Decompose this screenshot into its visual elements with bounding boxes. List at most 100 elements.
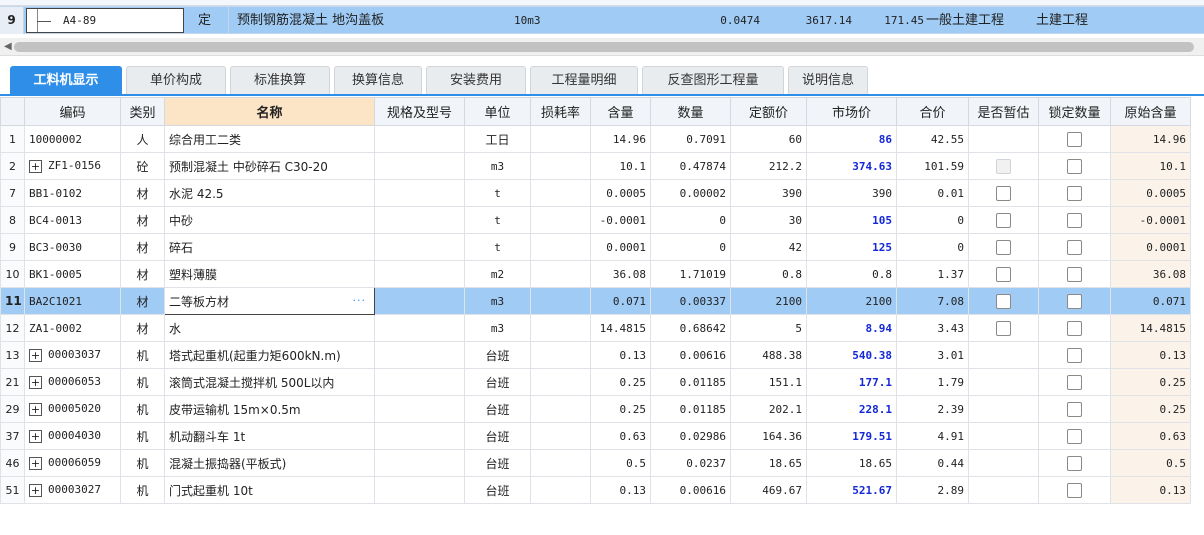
header-content[interactable]: 含量 — [590, 97, 651, 126]
tab-description[interactable]: 说明信息 — [788, 66, 868, 94]
content-cell[interactable]: 0.13 — [590, 476, 651, 504]
header-quantity[interactable]: 数量 — [650, 97, 731, 126]
expand-plus-icon[interactable]: + — [29, 159, 42, 173]
estimate-cell[interactable] — [968, 125, 1039, 153]
more-ellipsis-icon[interactable]: ··· — [353, 294, 367, 307]
code-cell[interactable]: +00005020 — [24, 395, 121, 423]
market-price-cell[interactable]: 86 — [806, 125, 897, 153]
loss-rate-cell[interactable] — [530, 179, 591, 207]
estimate-cell[interactable] — [968, 152, 1039, 180]
name-cell[interactable]: 滚筒式混凝土搅拌机 500L以内 — [164, 368, 375, 396]
loss-rate-cell[interactable] — [530, 476, 591, 504]
spec-cell[interactable] — [374, 476, 465, 504]
lock-quantity-checkbox[interactable] — [1067, 455, 1082, 471]
lock-quantity-cell[interactable] — [1038, 125, 1111, 153]
content-cell[interactable]: 10.1 — [590, 152, 651, 180]
table-row[interactable]: 7 BB1-0102 材水泥 42.5 t 0.0005 0.00002 390 390 0.0… — [0, 179, 1191, 207]
estimate-cell[interactable] — [968, 395, 1039, 423]
tab-conversion-info[interactable]: 换算信息 — [334, 66, 422, 94]
table-row[interactable]: 10 BK1-0005 材塑料薄膜 m2 36.08 1.71019 0.8 0.8 1.37 3… — [0, 260, 1191, 288]
category-cell[interactable]: 材 — [120, 179, 165, 207]
lock-quantity-cell[interactable] — [1038, 152, 1111, 180]
name-cell[interactable]: 水 — [164, 314, 375, 342]
unit-cell[interactable]: m3 — [464, 152, 531, 180]
lock-quantity-checkbox[interactable] — [1067, 212, 1082, 228]
table-row[interactable]: 29 +00005020 机皮带运输机 15m×0.5m 台班 0.25 0.01185 2… — [0, 395, 1191, 423]
name-cell[interactable]: 机动翻斗车 1t — [164, 422, 375, 450]
category-cell[interactable]: 机 — [120, 395, 165, 423]
loss-rate-cell[interactable] — [530, 449, 591, 477]
spec-cell[interactable] — [374, 314, 465, 342]
market-price-cell[interactable]: 390 — [806, 179, 897, 207]
unit-cell[interactable]: t — [464, 206, 531, 234]
estimate-checkbox[interactable] — [996, 293, 1011, 309]
lock-quantity-cell[interactable] — [1038, 395, 1111, 423]
quantity-cell[interactable]: 0.00337 — [650, 287, 731, 315]
category-cell[interactable]: 机 — [120, 341, 165, 369]
category-cell[interactable]: 人 — [120, 125, 165, 153]
category-cell[interactable]: 材 — [120, 287, 165, 315]
spec-cell[interactable] — [374, 395, 465, 423]
unit-cell[interactable]: 台班 — [464, 422, 531, 450]
category-cell[interactable]: 砼 — [120, 152, 165, 180]
content-cell[interactable]: -0.0001 — [590, 206, 651, 234]
quantity-cell[interactable]: 0 — [650, 233, 731, 261]
market-price-cell[interactable]: 177.1 — [806, 368, 897, 396]
estimate-checkbox[interactable] — [996, 320, 1011, 336]
market-price-cell[interactable]: 18.65 — [806, 449, 897, 477]
quantity-cell[interactable]: 1.71019 — [650, 260, 731, 288]
loss-rate-cell[interactable] — [530, 125, 591, 153]
code-cell[interactable]: BK1-0005 — [24, 260, 121, 288]
table-row[interactable]: 46 +00006059 机混凝土振捣器(平板式) 台班 0.5 0.0237 18.65 1… — [0, 449, 1191, 477]
loss-rate-cell[interactable] — [530, 341, 591, 369]
unit-cell[interactable]: t — [464, 233, 531, 261]
content-cell[interactable]: 0.25 — [590, 395, 651, 423]
code-cell[interactable]: +00003027 — [24, 476, 121, 504]
table-row[interactable]: 2 + ZF1-0156 砼预制混凝土 中砂碎石 C30-20 m3 10.1 0.4787… — [0, 152, 1191, 180]
code-cell[interactable]: 10000002 — [24, 125, 121, 153]
loss-rate-cell[interactable] — [530, 395, 591, 423]
market-price-cell[interactable]: 179.51 — [806, 422, 897, 450]
name-cell[interactable]: 塔式起重机(起重力矩600kN.m) — [164, 341, 375, 369]
unit-cell[interactable]: m2 — [464, 260, 531, 288]
unit-cell[interactable]: m3 — [464, 314, 531, 342]
estimate-cell[interactable] — [968, 476, 1039, 504]
quantity-cell[interactable]: 0.00616 — [650, 341, 731, 369]
lock-quantity-checkbox[interactable] — [1067, 158, 1082, 174]
name-cell[interactable]: 塑料薄膜 — [164, 260, 375, 288]
estimate-cell[interactable] — [968, 287, 1039, 315]
lock-quantity-checkbox[interactable] — [1067, 428, 1082, 444]
parent-code-cell[interactable]: A4-89 — [26, 8, 184, 33]
quantity-cell[interactable]: 0.7091 — [650, 125, 731, 153]
spec-cell[interactable] — [374, 368, 465, 396]
name-cell[interactable]: 碎石 — [164, 233, 375, 261]
spec-cell[interactable] — [374, 206, 465, 234]
code-cell[interactable]: +00003037 — [24, 341, 121, 369]
code-cell[interactable]: + ZF1-0156 — [24, 152, 121, 180]
lock-quantity-cell[interactable] — [1038, 368, 1111, 396]
lock-quantity-cell[interactable] — [1038, 287, 1111, 315]
expand-plus-icon[interactable]: + — [29, 402, 42, 416]
quantity-cell[interactable]: 0.00002 — [650, 179, 731, 207]
lock-quantity-checkbox[interactable] — [1067, 482, 1082, 498]
lock-quantity-cell[interactable] — [1038, 233, 1111, 261]
expand-plus-icon[interactable]: + — [29, 375, 42, 389]
horizontal-scrollbar[interactable]: ◀ — [0, 38, 1204, 56]
code-cell[interactable]: BC3-0030 — [24, 233, 121, 261]
lock-quantity-cell[interactable] — [1038, 314, 1111, 342]
name-cell[interactable]: 水泥 42.5 — [164, 179, 375, 207]
market-price-cell[interactable]: 374.63 — [806, 152, 897, 180]
table-row[interactable]: 37 +00004030 机机动翻斗车 1t 台班 0.63 0.02986 164.36 1… — [0, 422, 1191, 450]
lock-quantity-cell[interactable] — [1038, 179, 1111, 207]
code-cell[interactable]: +00006053 — [24, 368, 121, 396]
name-cell[interactable]: 二等板方材 ··· — [164, 287, 375, 315]
quantity-cell[interactable]: 0.01185 — [650, 395, 731, 423]
lock-quantity-checkbox[interactable] — [1067, 131, 1082, 147]
content-cell[interactable]: 36.08 — [590, 260, 651, 288]
parent-quota-row[interactable]: 9 A4-89 定 预制钢筋混凝土 地沟盖板 10m3 0.0474 3617.… — [0, 6, 1204, 34]
estimate-cell[interactable] — [968, 314, 1039, 342]
code-cell[interactable]: +00006059 — [24, 449, 121, 477]
quantity-cell[interactable]: 0.47874 — [650, 152, 731, 180]
expand-plus-icon[interactable]: + — [29, 456, 42, 470]
scrollbar-thumb[interactable] — [14, 42, 1194, 52]
